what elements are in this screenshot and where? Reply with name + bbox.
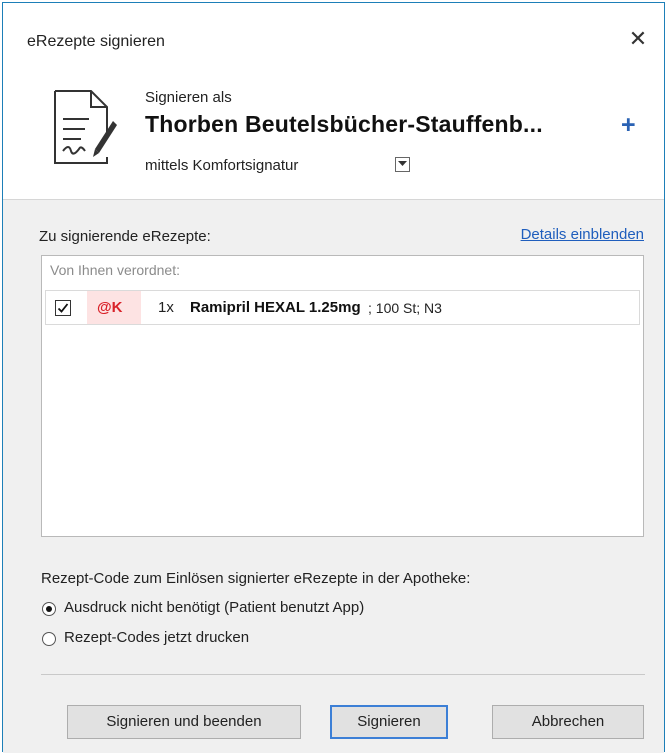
sign-and-close-button[interactable]: Signieren und beenden bbox=[67, 705, 301, 739]
signature-method-label: mittels Komfortsignatur bbox=[145, 157, 299, 174]
item-name: Ramipril HEXAL 1.25mg bbox=[190, 299, 361, 316]
item-detail: ; 100 St; N3 bbox=[368, 300, 442, 316]
document-signature-icon bbox=[54, 90, 117, 164]
radio-no-print-label: Ausdruck nicht benötigt (Patient benutzt… bbox=[64, 599, 365, 616]
cancel-button[interactable]: Abbrechen bbox=[492, 705, 644, 739]
plus-icon[interactable]: + bbox=[621, 111, 636, 140]
prescription-type-badge: @K bbox=[87, 291, 141, 324]
item-checkbox[interactable] bbox=[55, 300, 71, 316]
signer-name: Thorben Beutelsbücher-Stauffenb... bbox=[145, 111, 543, 137]
prescriptions-label: Zu signierende eRezepte: bbox=[39, 228, 211, 245]
badge-label: @K bbox=[97, 299, 123, 316]
dialog-window: eRezepte signieren ✕ Signieren als Thorb… bbox=[2, 2, 665, 753]
radio-print-now[interactable] bbox=[42, 632, 56, 646]
show-details-link[interactable]: Details einblenden bbox=[521, 226, 644, 243]
signer-header: Signieren als Thorben Beutelsbücher-Stau… bbox=[3, 83, 664, 185]
footer-divider bbox=[41, 674, 645, 675]
code-label: Rezept-Code zum Einlösen signierter eRez… bbox=[41, 570, 471, 587]
title-bar: eRezepte signieren ✕ bbox=[3, 3, 664, 83]
window-title: eRezepte signieren bbox=[27, 33, 165, 50]
chevron-down-icon[interactable] bbox=[395, 157, 410, 172]
sign-as-label: Signieren als bbox=[145, 89, 232, 106]
radio-print-now-label: Rezept-Codes jetzt drucken bbox=[64, 629, 250, 646]
radio-no-print[interactable] bbox=[42, 602, 56, 616]
prescription-list: Von Ihnen verordnet: @K 1x Ramipril HEXA… bbox=[41, 255, 644, 537]
item-quantity: 1x bbox=[158, 299, 174, 316]
sign-button[interactable]: Signieren bbox=[330, 705, 448, 739]
dialog-body: Zu signierende eRezepte: Details einblen… bbox=[3, 200, 664, 753]
list-item[interactable]: @K 1x Ramipril HEXAL 1.25mg ; 100 St; N3 bbox=[45, 290, 640, 325]
group-label: Von Ihnen verordnet: bbox=[50, 262, 180, 278]
close-icon[interactable]: ✕ bbox=[626, 27, 650, 51]
